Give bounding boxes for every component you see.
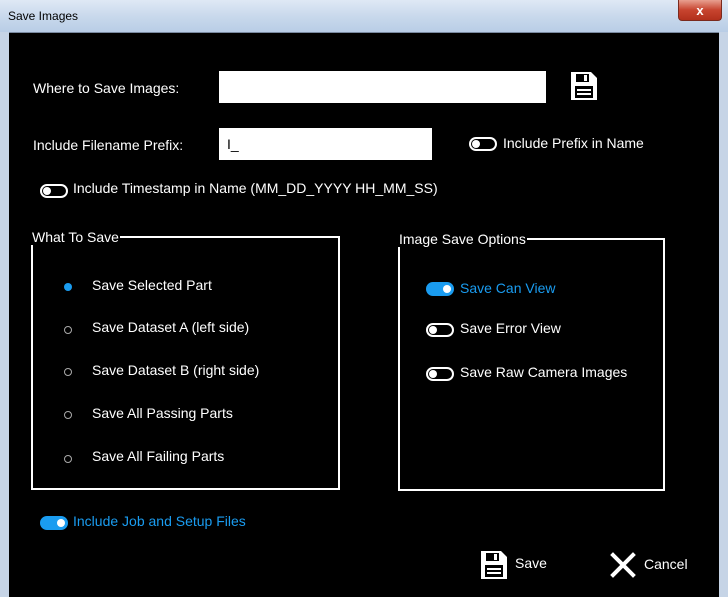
include-timestamp-toggle[interactable]: [40, 184, 68, 198]
include-job-setup-toggle[interactable]: [40, 516, 68, 530]
save-error-view-toggle[interactable]: [426, 323, 454, 337]
include-prefix-toggle[interactable]: [469, 137, 497, 151]
filename-prefix-input[interactable]: [219, 128, 432, 160]
radio-save-all-passing[interactable]: [64, 411, 72, 419]
window-title: Save Images: [8, 9, 79, 23]
radio-label: Save All Failing Parts: [92, 448, 225, 464]
include-prefix-label: Include Prefix in Name: [503, 135, 644, 151]
where-to-save-label: Where to Save Images:: [33, 80, 180, 96]
floppy-disk-icon[interactable]: [569, 70, 599, 102]
image-save-options-group: Image Save Options: [398, 231, 665, 491]
cancel-button-label: Cancel: [644, 556, 688, 572]
radio-save-all-failing[interactable]: [64, 455, 72, 463]
save-can-view-label: Save Can View: [460, 280, 556, 296]
image-save-options-legend: Image Save Options: [399, 231, 526, 247]
include-job-setup-label: Include Job and Setup Files: [73, 513, 246, 529]
close-x-icon: [610, 552, 636, 578]
save-error-view-label: Save Error View: [460, 320, 561, 336]
save-can-view-toggle[interactable]: [426, 282, 454, 296]
include-timestamp-label: Include Timestamp in Name (MM_DD_YYYY HH…: [73, 180, 438, 196]
window-frame-right: [719, 32, 728, 597]
filename-prefix-label: Include Filename Prefix:: [33, 137, 184, 153]
save-raw-camera-label: Save Raw Camera Images: [460, 364, 628, 380]
save-button[interactable]: Save: [478, 549, 558, 581]
radio-save-dataset-b[interactable]: [64, 368, 72, 376]
close-button[interactable]: x: [678, 0, 722, 21]
title-bar[interactable]: Save Images x: [0, 0, 728, 33]
window-frame-left: [0, 32, 9, 597]
save-images-dialog: Save Images x Where to Save Images: Incl…: [0, 0, 728, 597]
radio-save-dataset-a[interactable]: [64, 326, 72, 334]
radio-label: Save All Passing Parts: [92, 405, 233, 421]
radio-label: Save Dataset B (right side): [92, 362, 260, 378]
save-button-label: Save: [515, 555, 547, 571]
radio-save-selected-part[interactable]: [64, 283, 72, 291]
radio-label: Save Selected Part: [92, 277, 212, 293]
cancel-button[interactable]: Cancel: [610, 549, 700, 581]
radio-label: Save Dataset A (left side): [92, 319, 250, 335]
save-path-input[interactable]: [219, 71, 546, 103]
close-icon: x: [696, 2, 704, 18]
save-raw-camera-toggle[interactable]: [426, 367, 454, 381]
what-to-save-legend: What To Save: [32, 229, 119, 245]
floppy-disk-icon: [481, 551, 507, 579]
